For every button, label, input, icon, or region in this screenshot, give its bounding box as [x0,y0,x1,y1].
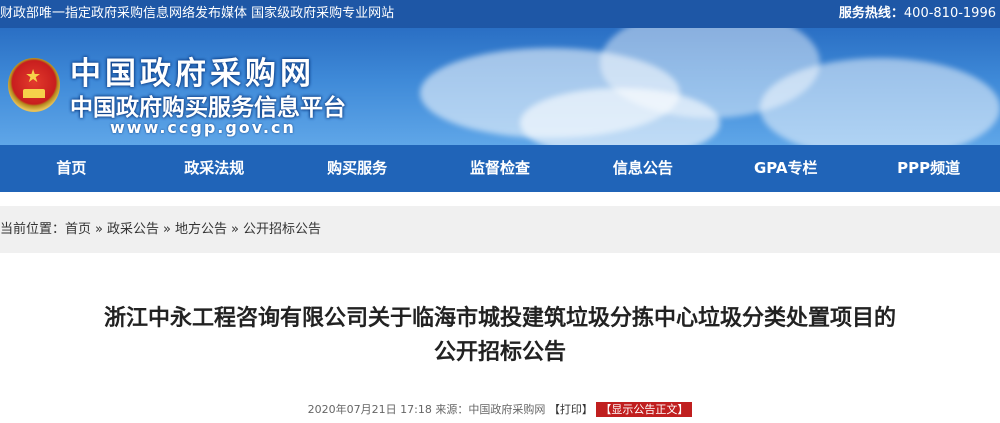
site-slogan: 财政部唯一指定政府采购信息网络发布媒体 国家级政府采购专业网站 [0,6,395,21]
hotline-label: 服务热线： [838,6,904,21]
article-title: 浙江中永工程咨询有限公司关于临海市城投建筑垃圾分拣中心垃圾分类处置项目的 公开招… [0,302,1000,370]
top-bar: 财政部唯一指定政府采购信息网络发布媒体 国家级政府采购专业网站 服务热线：400… [0,0,1000,28]
article-title-line1: 浙江中永工程咨询有限公司关于临海市城投建筑垃圾分拣中心垃圾分类处置项目的 [103,306,896,331]
main-nav: 首页 政采法规 购买服务 监督检查 信息公告 GPA专栏 PPP频道 [0,145,1000,192]
hotline-number: 400-810-1996 [903,6,996,21]
source-name: 中国政府采购网 [468,403,546,416]
breadcrumb-local-announcements[interactable]: 地方公告 [175,222,227,237]
header-banner: ★ 中国政府采购网 中国政府购买服务信息平台 www.ccgp.gov.cn [0,28,1000,145]
national-emblem-icon: ★ [8,58,60,112]
breadcrumb-home[interactable]: 首页 [65,222,91,237]
breadcrumb: 当前位置：首页 » 政采公告 » 地方公告 » 公开招标公告 [0,206,1000,253]
breadcrumb-public-tender[interactable]: 公开招标公告 [243,222,321,237]
nav-item-regulations[interactable]: 政采法规 [143,145,286,192]
nav-item-ppp[interactable]: PPP频道 [857,145,1000,192]
breadcrumb-separator: » [163,222,171,237]
publish-date: 2020年07月21日 17:18 [307,403,432,416]
nav-item-supervision[interactable]: 监督检查 [429,145,572,192]
show-text-button[interactable]: 【显示公告正文】 [596,402,693,417]
site-subtitle: 中国政府购买服务信息平台 [70,95,346,121]
nav-item-purchase-services[interactable]: 购买服务 [286,145,429,192]
article-meta: 2020年07月21日 17:18 来源：中国政府采购网 【打印】 【显示公告正… [0,401,1000,417]
breadcrumb-separator: » [95,222,103,237]
breadcrumb-prefix: 当前位置： [0,222,66,237]
source-label: 来源： [435,403,469,416]
nav-item-announcements[interactable]: 信息公告 [571,145,714,192]
site-name: 中国政府采购网 [70,56,315,92]
nav-item-gpa[interactable]: GPA专栏 [714,145,857,192]
breadcrumb-separator: » [231,222,239,237]
cloud-decoration [760,58,1000,145]
nav-item-home[interactable]: 首页 [0,145,143,192]
article-title-line2: 公开招标公告 [433,340,566,365]
site-url: www.ccgp.gov.cn [110,118,296,137]
print-link[interactable]: 【打印】 [549,403,593,416]
service-hotline: 服务热线：400-810-1996 [839,0,996,28]
breadcrumb-procurement-announcements[interactable]: 政采公告 [107,222,159,237]
